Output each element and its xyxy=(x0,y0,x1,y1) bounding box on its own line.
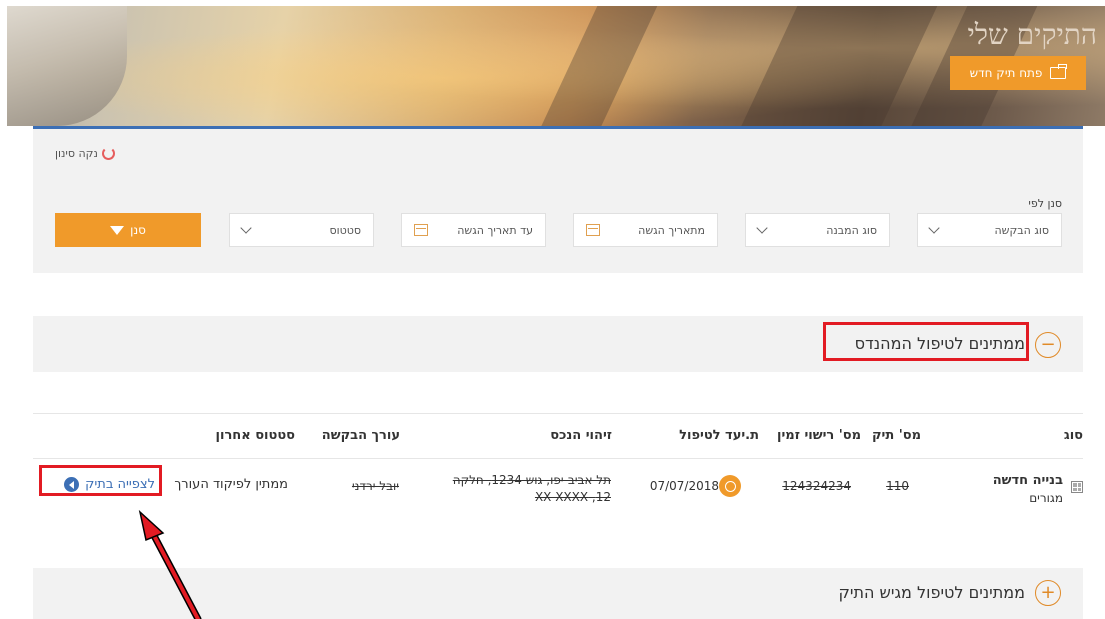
row-editor: יובל ירדני xyxy=(351,479,399,493)
chevron-down-icon xyxy=(928,222,940,234)
col-permit-no: מס' רישוי זמין xyxy=(777,428,861,443)
col-asset-id: זיהוי הנכס xyxy=(550,428,612,443)
filter-by-label: סנן לפי xyxy=(1028,197,1062,210)
chevron-down-icon xyxy=(756,222,768,234)
annotation-highlight-box xyxy=(823,322,1029,361)
to-date-placeholder: עד תאריך הגשה xyxy=(457,223,533,237)
annotation-highlight-box xyxy=(39,465,162,496)
col-type: סוג xyxy=(1063,428,1083,443)
status-value: סטטוס xyxy=(329,223,361,237)
row-last-status: ממתין לפיקוד העורך xyxy=(174,477,288,492)
row-permit-no: 124324234 xyxy=(782,479,851,493)
status-select[interactable]: סטטוס xyxy=(229,213,374,247)
col-editor: עורך הבקשה xyxy=(321,428,400,443)
filter-button[interactable]: סנן xyxy=(55,213,201,247)
section-submitter-title: ממתינים לטיפול מגיש התיק xyxy=(838,583,1025,602)
filter-panel: נקה סינון סנן לפי סוג הבקשה סוג המבנה מת… xyxy=(33,126,1083,273)
table-row[interactable]: בנייה חדשה מגורים 110 124324234 07/07/20… xyxy=(33,459,1083,529)
from-date-input[interactable]: מתאריך הגשה xyxy=(573,213,718,247)
clear-filter-label: נקה סינון xyxy=(55,147,98,160)
folder-icon xyxy=(1050,64,1067,79)
banner-beam xyxy=(532,6,662,126)
building-type-value: סוג המבנה xyxy=(826,223,877,237)
to-date-input[interactable]: עד תאריך הגשה xyxy=(401,213,546,247)
timer-icon xyxy=(719,475,741,497)
building-icon xyxy=(1071,481,1083,493)
collapse-icon[interactable]: − xyxy=(1035,332,1061,358)
clear-filter-button[interactable]: נקה סינון xyxy=(55,147,115,160)
refresh-icon xyxy=(101,147,115,160)
from-date-placeholder: מתאריך הגשה xyxy=(638,223,705,237)
chevron-down-icon xyxy=(240,222,252,234)
hero-banner: התיקים שלי פתח תיק חדש xyxy=(7,6,1105,126)
calendar-icon xyxy=(414,224,428,236)
section-submitter-header[interactable]: + ממתינים לטיפול מגיש התיק xyxy=(33,568,1083,619)
row-asset-line1: תל אביב-יפו, גוש 1234, חלקה xyxy=(452,473,611,487)
request-type-select[interactable]: סוג הבקשה xyxy=(917,213,1062,247)
row-asset-line2: 12, XX XXXX xyxy=(534,490,611,504)
building-type-select[interactable]: סוג המבנה xyxy=(745,213,890,247)
cases-table: סוג מס' תיק מס' רישוי זמין ת.יעד לטיפול … xyxy=(33,413,1083,529)
table-header: סוג מס' תיק מס' רישוי זמין ת.יעד לטיפול … xyxy=(33,413,1083,459)
expand-icon[interactable]: + xyxy=(1035,580,1061,606)
filter-button-label: סנן xyxy=(130,223,146,237)
new-case-button[interactable]: פתח תיק חדש xyxy=(950,56,1086,90)
calendar-icon xyxy=(586,224,600,236)
banner-person-image xyxy=(7,6,127,126)
row-due-date-value: 07/07/2018 xyxy=(649,479,719,493)
row-case-no: 110 xyxy=(886,479,909,493)
row-type-sub: מגורים xyxy=(1029,491,1063,505)
banner-beam xyxy=(732,6,942,126)
col-due-date: ת.יעד לטיפול xyxy=(679,428,759,443)
row-due-date: 07/07/2018 xyxy=(650,475,747,497)
funnel-icon xyxy=(110,225,125,235)
new-case-label: פתח תיק חדש xyxy=(969,66,1043,80)
row-type-main: בנייה חדשה xyxy=(992,473,1063,488)
page-title: התיקים שלי xyxy=(967,18,1098,51)
col-case-no: מס' תיק xyxy=(871,428,921,443)
request-type-value: סוג הבקשה xyxy=(994,223,1050,237)
col-last-status: סטטוס אחרון xyxy=(215,428,295,443)
